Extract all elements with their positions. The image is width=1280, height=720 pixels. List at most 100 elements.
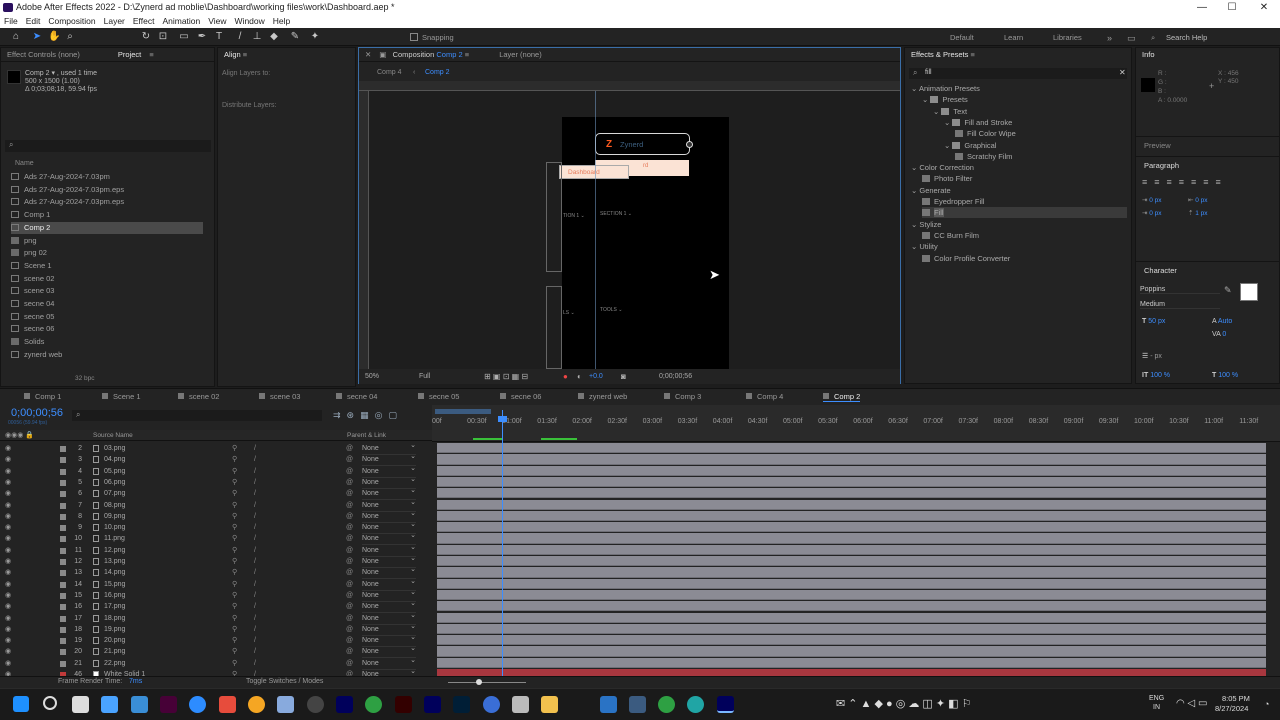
file-explorer-icon[interactable]	[541, 696, 558, 713]
effects-tree-item[interactable]: Eyedropper Fill	[922, 196, 984, 207]
pick-whip-icon[interactable]: @	[346, 500, 353, 511]
app-icon[interactable]	[483, 696, 500, 713]
timeline-layer-row[interactable]: ◉ 20 21.png ⚲ / @ None	[0, 643, 432, 659]
pick-whip-icon[interactable]: @	[346, 635, 353, 646]
eye-icon[interactable]: ◉	[5, 556, 11, 567]
clock-time[interactable]: 8:05 PM	[1222, 694, 1250, 703]
timeline-tab[interactable]: secne 04	[336, 391, 377, 402]
eye-icon[interactable]: ◉	[5, 646, 11, 657]
eye-icon[interactable]: ◉	[5, 443, 11, 454]
pick-whip-icon[interactable]: @	[346, 466, 353, 477]
label-color-swatch[interactable]	[60, 638, 66, 645]
resolution-dropdown[interactable]: Full	[419, 373, 430, 380]
name-column-header[interactable]: Name	[15, 160, 34, 167]
search-icon[interactable]	[43, 696, 57, 710]
tab-effect-controls[interactable]: Effect Controls (none)	[7, 50, 80, 59]
layer-name[interactable]: 11.png	[104, 533, 125, 544]
timeline-layer-row[interactable]: ◉ 13 14.png ⚲ / @ None	[0, 564, 432, 580]
shy-switch-icon[interactable]: ⚲	[232, 579, 237, 590]
layer-name[interactable]: 12.png	[104, 545, 125, 556]
obs-icon[interactable]	[307, 696, 324, 713]
eye-icon[interactable]: ◉	[5, 545, 11, 556]
shy-switch-icon[interactable]: ⚲	[232, 533, 237, 544]
pick-whip-icon[interactable]: @	[346, 488, 353, 499]
eye-icon[interactable]: ◉	[5, 613, 11, 624]
indent-right-field[interactable]: ⇤ 0 px	[1188, 196, 1208, 204]
search-help-field[interactable]: Search Help	[1166, 33, 1207, 42]
effects-tree-item[interactable]: ⌄ Utility	[911, 241, 938, 252]
effects-tree-item[interactable]: ⌄ Fill and Stroke	[944, 117, 1012, 128]
timeline-tab[interactable]: Comp 4	[746, 391, 783, 402]
timeline-layer-row[interactable]: ◉ 16 17.png ⚲ / @ None	[0, 598, 432, 614]
tab-preview[interactable]: Preview	[1144, 141, 1171, 150]
parent-dropdown[interactable]: None	[362, 474, 416, 489]
effects-tree-item[interactable]: ⌄ Text	[933, 106, 967, 117]
photoshop-icon[interactable]	[453, 696, 470, 713]
effects-tree-item[interactable]: ⌄ Color Correction	[911, 162, 974, 173]
tab-align[interactable]: Align	[224, 50, 241, 59]
tab-composition-label[interactable]: Composition	[393, 50, 435, 59]
vertical-scale-field[interactable]: IT 100 %	[1142, 372, 1170, 379]
snapshot-camera-icon[interactable]: ◙	[621, 372, 626, 381]
indent-first-field[interactable]: ⇥ 0 px	[1142, 209, 1162, 217]
region-icon[interactable]: ⊞ ▣ ⊡ ▦ ⊟	[484, 372, 528, 381]
media-icon[interactable]	[277, 696, 294, 713]
timeline-tab[interactable]: Comp 2	[823, 391, 861, 402]
menu-help[interactable]: Help	[269, 15, 294, 28]
quality-switch-icon[interactable]: /	[254, 466, 256, 477]
timeline-layer-row[interactable]: ◉ 6 07.png ⚲ / @ None	[0, 485, 432, 501]
timeline-layer-row[interactable]: ◉ 3 04.png ⚲ / @ None	[0, 451, 432, 467]
chrome-profile-icon[interactable]	[658, 696, 675, 713]
wps-icon[interactable]	[219, 696, 236, 713]
lock-icon[interactable]: ▣	[379, 50, 386, 59]
menu-edit[interactable]: Edit	[22, 15, 45, 28]
chevron-down-icon[interactable]: ⌄	[933, 107, 941, 116]
pick-whip-icon[interactable]: @	[346, 613, 353, 624]
eye-icon[interactable]: ◉	[5, 658, 11, 669]
label-color-swatch[interactable]	[60, 491, 66, 498]
layer-duration-bar[interactable]	[437, 623, 1266, 635]
label-color-swatch[interactable]	[60, 479, 66, 486]
clock-date[interactable]: 8/27/2024	[1215, 704, 1248, 713]
eraser-tool-icon[interactable]: ◆	[268, 31, 280, 43]
windows-start-icon[interactable]	[13, 696, 29, 712]
tab-project[interactable]: Project	[118, 50, 141, 59]
label-color-swatch[interactable]	[60, 446, 66, 452]
work-area-bar[interactable]	[435, 409, 491, 414]
shy-switch-icon[interactable]: ⚲	[232, 601, 237, 612]
eye-icon[interactable]: ◉	[5, 454, 11, 465]
timeline-tab[interactable]: zynerd web	[578, 391, 627, 402]
quality-switch-icon[interactable]: /	[254, 658, 256, 669]
pick-whip-icon[interactable]: @	[346, 511, 353, 522]
channel-icon[interactable]: ●	[563, 372, 568, 381]
effects-tree-item[interactable]: Scratchy Film	[955, 151, 1012, 162]
pick-whip-icon[interactable]: @	[346, 646, 353, 657]
camera-tool-icon[interactable]: ⊡	[157, 31, 169, 43]
parent-dropdown[interactable]: None	[362, 508, 416, 523]
zoom-tool-icon[interactable]: ⌕	[64, 31, 76, 43]
effects-search-input[interactable]: ⌕ fill ✕	[909, 68, 1127, 79]
project-item[interactable]: Comp 2	[11, 221, 203, 234]
parent-dropdown[interactable]: None	[362, 530, 416, 546]
eye-icon[interactable]: ◉	[5, 511, 11, 522]
language-indicator[interactable]: ENG	[1149, 695, 1164, 702]
project-item[interactable]: secne 04	[11, 298, 203, 310]
menu-view[interactable]: View	[204, 15, 230, 28]
horizontal-scale-field[interactable]: T 100 %	[1212, 372, 1238, 379]
timeline-layer-row[interactable]: ◉ 19 20.png ⚲ / @ None	[0, 632, 432, 648]
indent-left-field[interactable]: ⇥ 0 px	[1142, 196, 1162, 204]
zoom-dropdown[interactable]: 50%	[365, 373, 379, 380]
menu-composition[interactable]: Composition	[44, 15, 99, 28]
layer-duration-bar[interactable]	[437, 510, 1266, 522]
exposure-value[interactable]: +0.0	[589, 373, 603, 380]
parent-dropdown[interactable]: None	[362, 519, 416, 535]
project-item[interactable]: secne 05	[11, 311, 203, 323]
timeline-tab[interactable]: Comp 1	[24, 391, 61, 402]
eyedropper-icon[interactable]: ✎	[1224, 285, 1232, 296]
layer-name[interactable]: 09.png	[104, 511, 125, 522]
zoom-slider-handle[interactable]	[476, 679, 482, 685]
eye-icon[interactable]: ◉	[5, 466, 11, 477]
quality-switch-icon[interactable]: /	[254, 477, 256, 488]
label-color-swatch[interactable]	[60, 547, 66, 554]
layer-name[interactable]: 06.png	[104, 477, 125, 488]
